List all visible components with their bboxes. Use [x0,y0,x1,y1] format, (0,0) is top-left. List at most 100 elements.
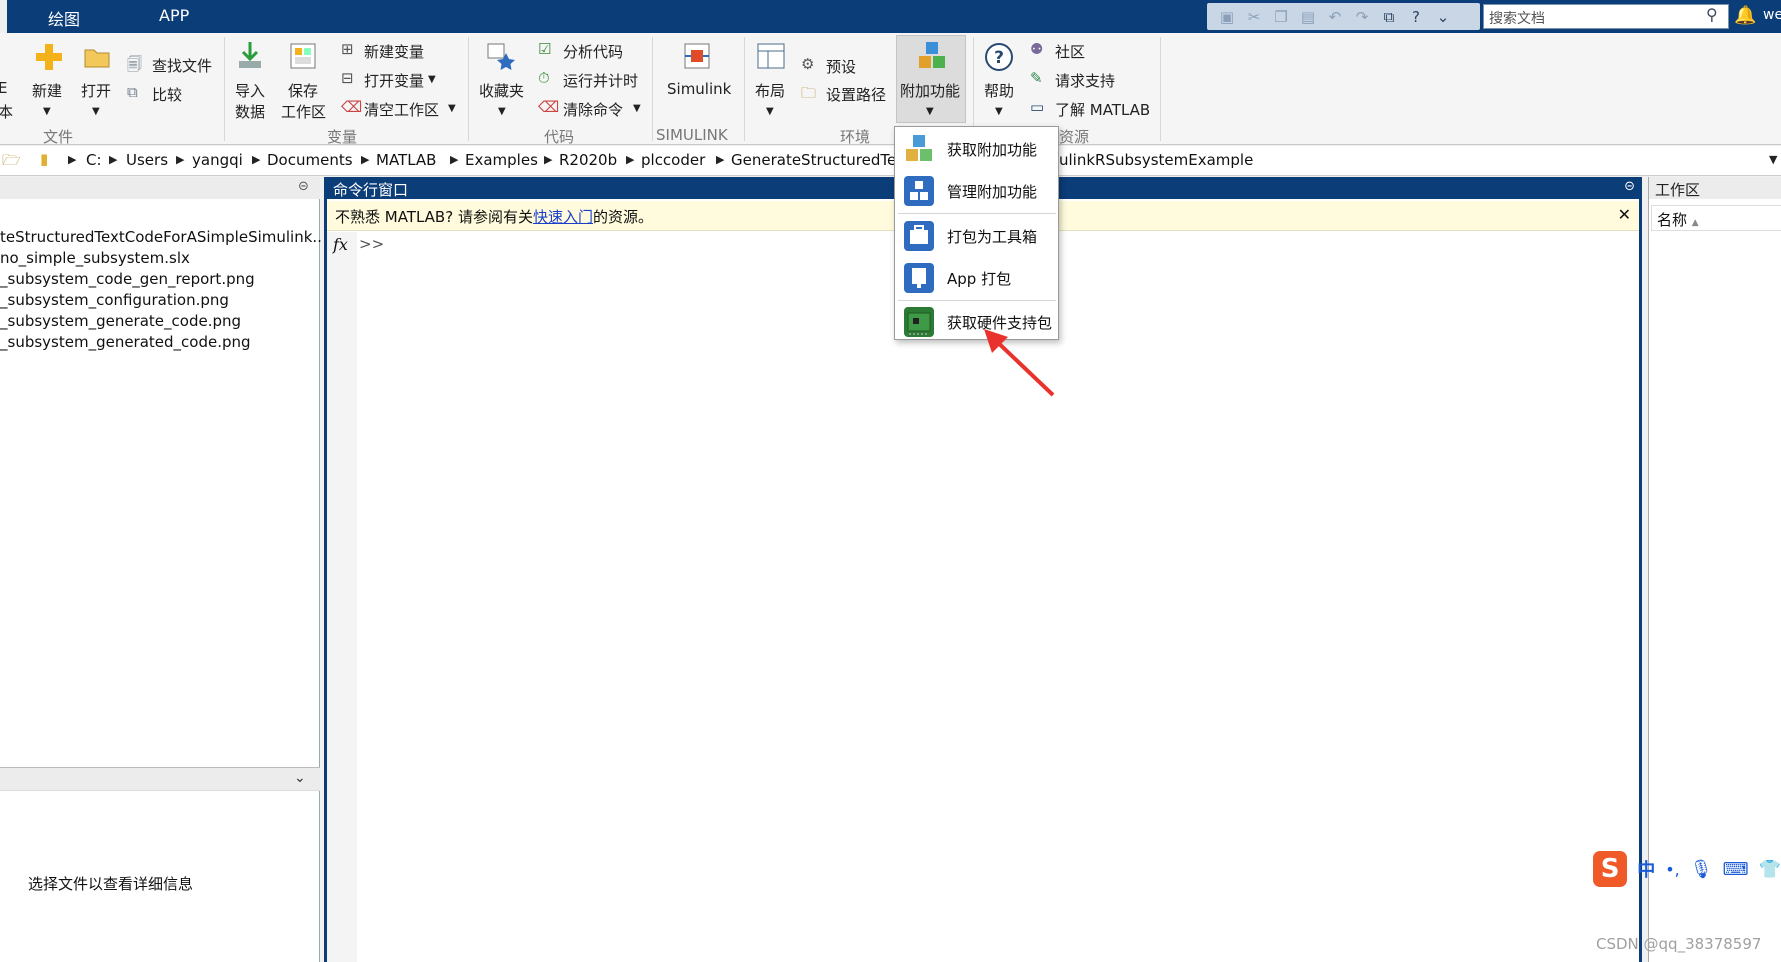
address-dropdown-icon[interactable]: ▼ [1769,153,1777,166]
open-variable-button[interactable]: 打开变量 [364,70,424,91]
breadcrumb-r2020b[interactable]: R2020b [559,151,617,169]
clear-workspace-chevron-icon[interactable]: ▼ [448,103,456,114]
undo-icon[interactable]: ↶ [1323,7,1347,27]
breadcrumb-arrow-icon[interactable]: ▶ [361,153,369,166]
help-button[interactable]: 帮助 [984,80,1014,101]
breadcrumb-documents[interactable]: Documents [267,151,353,169]
chevron-down-icon[interactable]: ⌄ [294,770,306,786]
analyze-code-button[interactable]: 分析代码 [563,41,623,62]
browse-folder-icon[interactable]: 🗁 [2,150,21,175]
file-list-item[interactable]: _subsystem_generated_code.png [0,333,251,351]
clear-workspace-button[interactable]: 清空工作区 [364,99,439,120]
save-icon[interactable]: ▣ [1215,7,1239,27]
open-button[interactable]: 打开 [81,80,111,101]
breadcrumb-examples[interactable]: Examples [465,151,538,169]
run-and-time-button[interactable]: 运行并计时 [563,70,638,91]
favorites-button[interactable]: 收藏夹 [479,80,524,101]
menu-item-label[interactable]: App 打包 [947,268,1011,289]
breadcrumb-arrow-icon[interactable]: ▶ [626,153,634,166]
set-path-button[interactable]: 设置路径 [826,84,886,105]
clear-commands-chevron-icon[interactable]: ▼ [633,103,641,114]
clear-commands-button[interactable]: 清除命令 [563,99,623,120]
find-files-button[interactable]: 查找文件 [152,55,212,76]
save-workspace-label-2[interactable]: 工作区 [281,101,326,122]
help-chevron-icon[interactable]: ▼ [995,106,1003,117]
search-icon[interactable]: ⚲ [1706,5,1718,24]
breadcrumb-matlab[interactable]: MATLAB [376,151,436,169]
file-list-item[interactable]: no_simple_subsystem.slx [0,249,190,267]
ime-punctuation-toggle[interactable]: •, [1665,860,1680,879]
menu-item-label[interactable]: 管理附加功能 [947,181,1037,202]
keyboard-icon[interactable]: ⌨ [1723,859,1749,880]
panel-menu-chevron-icon[interactable]: ⊝ [1624,179,1635,194]
layout-chevron-icon[interactable]: ▼ [766,106,774,117]
menu-item-manage-addons[interactable]: 管理附加功能 [895,170,1058,212]
workspace-name-column-header[interactable]: 名称 ▲ [1651,205,1781,231]
breadcrumb-arrow-icon[interactable]: ▶ [544,153,552,166]
menu-item-label[interactable]: 打包为工具箱 [947,226,1037,247]
quick-start-link[interactable]: 快速入门 [533,208,593,226]
notification-bell-icon[interactable]: 🔔 [1734,5,1756,26]
help-icon[interactable]: ? [1404,7,1428,27]
learn-matlab-link[interactable]: 了解 MATLAB [1055,99,1150,120]
request-support-link[interactable]: 请求支持 [1055,70,1115,91]
simulink-button[interactable]: Simulink [667,80,731,98]
switch-windows-icon[interactable]: ⧉ [1377,7,1401,27]
new-variable-button[interactable]: 新建变量 [364,41,424,62]
new-chevron-down-icon[interactable]: ▼ [43,106,51,117]
menu-item-label[interactable]: 获取附加功能 [947,139,1037,160]
panel-menu-chevron-icon[interactable]: ⊝ [298,179,309,194]
layout-button[interactable]: 布局 [755,80,785,101]
redo-icon[interactable]: ↷ [1350,7,1374,27]
microphone-icon[interactable]: 🎙 [1690,859,1713,880]
compare-button[interactable]: 比较 [152,84,182,105]
open-variable-chevron-icon[interactable]: ▼ [428,74,436,85]
close-icon[interactable]: ✕ [1618,205,1631,224]
ime-language-toggle[interactable]: 中 [1637,856,1655,882]
import-data-label-1[interactable]: 导入 [235,80,265,101]
community-link[interactable]: 社区 [1055,41,1085,62]
preferences-button[interactable]: 预设 [826,56,856,77]
open-chevron-down-icon[interactable]: ▼ [92,106,100,117]
save-workspace-label-1[interactable]: 保存 [288,80,318,101]
breadcrumb-arrow-icon[interactable]: ▶ [176,153,184,166]
tab-apps[interactable]: APP [159,6,189,25]
cut-icon[interactable]: ✂ [1242,7,1266,27]
breadcrumb-c[interactable]: C: [86,151,102,169]
breadcrumb-arrow-icon[interactable]: ▶ [68,153,76,166]
addons-chevron-icon[interactable]: ▼ [926,106,934,117]
favorites-chevron-icon[interactable]: ▼ [498,106,506,117]
breadcrumb-example-folder[interactable]: GenerateStructuredTe [731,151,896,169]
breadcrumb-plccoder[interactable]: plccoder [641,151,705,169]
details-panel-header[interactable]: ⌄ [0,767,320,791]
addons-button[interactable]: 附加功能 [900,80,960,101]
breadcrumb-arrow-icon[interactable]: ▶ [109,153,117,166]
breadcrumb-yangqi[interactable]: yangqi [192,151,243,169]
file-list-item[interactable]: _subsystem_generate_code.png [0,312,241,330]
skin-shirt-icon[interactable]: 👕 [1759,859,1781,880]
breadcrumb-example-folder-tail[interactable]: ulinkRSubsystemExample [1059,151,1253,169]
menu-item-package-toolbox[interactable]: 打包为工具箱 [895,215,1058,257]
breadcrumb-arrow-icon[interactable]: ▶ [716,153,724,166]
menu-item-get-addons[interactable]: 获取附加功能 [895,128,1058,170]
breadcrumb-arrow-icon[interactable]: ▶ [252,153,260,166]
expand-icon[interactable]: ⌄ [1431,7,1455,27]
user-name[interactable]: we [1763,7,1781,23]
menu-item-package-app[interactable]: App 打包 [895,257,1058,299]
new-button[interactable]: 新建 [32,80,62,101]
file-list-item[interactable]: _subsystem_configuration.png [0,291,229,309]
paste-icon[interactable]: ▤ [1296,7,1320,27]
search-input[interactable]: 搜索文档 [1483,4,1729,29]
file-list-item[interactable]: teStructuredTextCodeForASimpleSimulink.. [0,228,322,246]
breadcrumb-arrow-icon[interactable]: ▶ [450,153,458,166]
file-list-item[interactable]: _subsystem_code_gen_report.png [0,270,255,288]
copy-icon[interactable]: ❐ [1269,7,1293,27]
current-folder-address-bar[interactable]: 🗁 ▮ ▶ C: ▶ Users ▶ yangqi ▶ Documents ▶ … [0,146,1781,176]
import-data-label-2[interactable]: 数据 [235,101,265,122]
sogou-logo-icon[interactable]: S [1593,851,1628,887]
breadcrumb-users[interactable]: Users [126,151,168,169]
name-column-label[interactable]: 名称 [1657,211,1687,229]
command-prompt[interactable]: >> [359,235,384,253]
tab-plots[interactable]: 绘图 [48,6,80,30]
function-browser-fx-icon[interactable]: fx [333,235,348,254]
